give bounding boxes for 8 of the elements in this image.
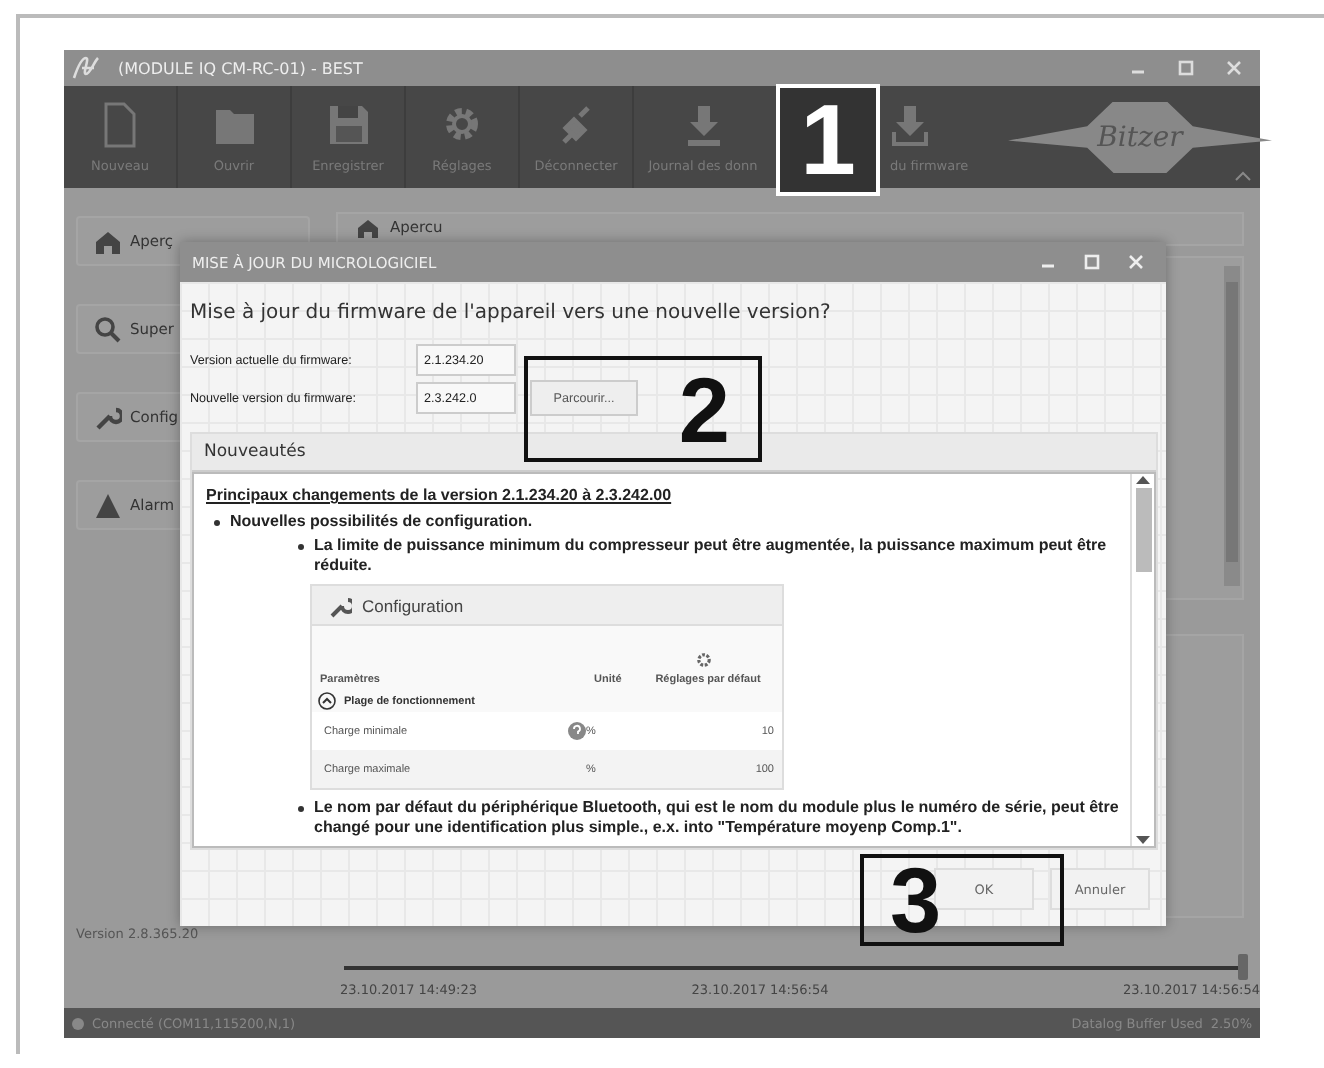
changes-heading: Principaux changements de la version 2.1.234.20 à 2.3.242.00 <box>206 486 674 506</box>
figure-title: Configuration <box>362 595 464 615</box>
bullet-text: La limite de puissance minimum du compresseur peut être augmentée, la puissance maximum peut être réduite. <box>314 536 1109 576</box>
bullet-text: Le nom par défaut du périphérique Bluetooth, qui est le nom du module plus le numéro de série, peut être changé pour une identification plus simple., e.x. into "Température moyenp Comp.1". <box>314 798 1121 838</box>
dialog-heading: Mise à jour du firmware de l'appareil vers une nouvelle version? <box>190 302 833 324</box>
callout-number: 1 <box>776 84 880 196</box>
window-title: (MODULE IQ CM-RC-01) - BEST <box>118 59 365 77</box>
bullet-text: Nouvelles possibilités de configuration. <box>230 512 533 532</box>
